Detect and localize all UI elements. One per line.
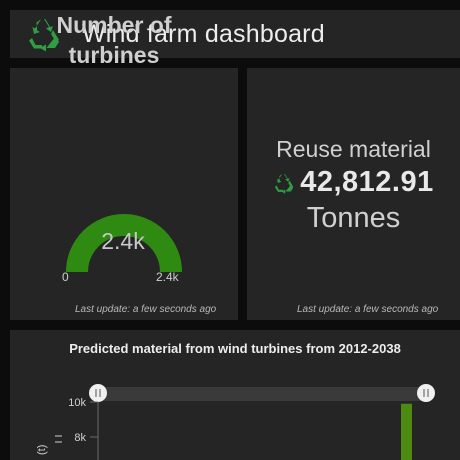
y-tick-label: 8k	[74, 432, 86, 444]
range-slider-right-handle[interactable]	[417, 384, 435, 402]
y-tick-label: 10k	[68, 397, 86, 409]
y-axis-label: (t)	[36, 445, 48, 455]
range-slider-track[interactable]	[98, 387, 426, 401]
chart-bar	[401, 403, 412, 460]
material-chart: 10k 8k (t)	[36, 384, 435, 460]
range-slider-left-handle[interactable]	[89, 384, 107, 402]
